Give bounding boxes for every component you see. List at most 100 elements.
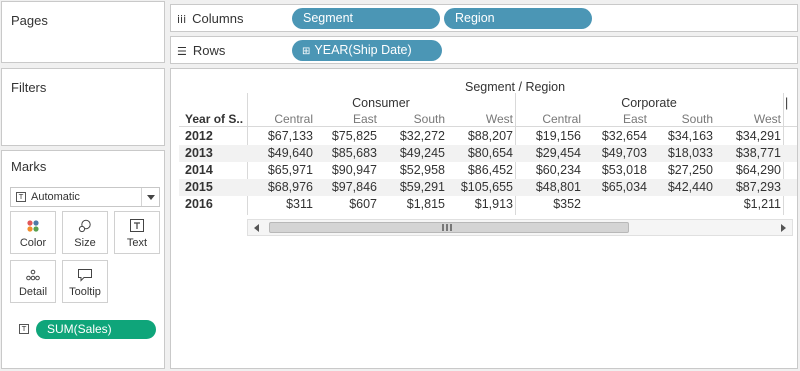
rows-shelf-label: ☰ Rows	[177, 43, 225, 58]
scroll-right-icon[interactable]	[781, 224, 786, 232]
table-cell[interactable]: $67,133	[249, 129, 313, 143]
table-cell[interactable]: $59,291	[381, 180, 445, 194]
region-header[interactable]: South	[381, 112, 445, 126]
table-cell[interactable]: $48,801	[517, 180, 581, 194]
year-row-header[interactable]: 2015	[185, 180, 213, 194]
region-header[interactable]: East	[313, 112, 377, 126]
table-cell[interactable]: $49,245	[381, 146, 445, 160]
table-cell[interactable]: $86,452	[449, 163, 513, 177]
color-button[interactable]: Color	[10, 211, 56, 254]
tooltip-button[interactable]: Tooltip	[62, 260, 108, 303]
tooltip-label: Tooltip	[69, 286, 101, 298]
region-header[interactable]: West	[449, 112, 513, 126]
table-cell[interactable]: $1,815	[381, 197, 445, 211]
horizontal-scrollbar[interactable]	[247, 219, 793, 236]
year-row-header[interactable]: 2014	[185, 163, 213, 177]
table-cell[interactable]: $87,293	[717, 180, 781, 194]
table-cell[interactable]: $27,250	[649, 163, 713, 177]
expand-plus-icon[interactable]: ⊞	[302, 46, 310, 57]
segment-header[interactable]: Corporate	[579, 96, 719, 110]
filters-title: Filters	[11, 80, 47, 95]
crosstab-view: Segment / Region Consumer Corporate | Ye…	[170, 68, 798, 369]
table-cell[interactable]: $311	[249, 197, 313, 211]
table-cell[interactable]: $18,033	[649, 146, 713, 160]
table-cell[interactable]: $42,440	[649, 180, 713, 194]
table-cell[interactable]: $32,272	[381, 129, 445, 143]
table-cell[interactable]: $52,958	[381, 163, 445, 177]
size-button[interactable]: Size	[62, 211, 108, 254]
filters-shelf[interactable]: Filters	[1, 68, 165, 146]
table-cell[interactable]: $49,703	[583, 146, 647, 160]
column-header-title: Segment / Region	[465, 80, 566, 94]
scrollbar-thumb[interactable]	[269, 222, 629, 233]
text-label: Text	[126, 237, 148, 249]
chevron-down-icon[interactable]	[141, 188, 159, 206]
rows-label-text: Rows	[192, 43, 226, 58]
year-row-header[interactable]: 2013	[185, 146, 213, 160]
size-label: Size	[74, 237, 96, 249]
segment-header-cutoff: |	[785, 96, 789, 110]
header-underline	[179, 126, 797, 127]
year-ship-date-label: YEAR(Ship Date)	[314, 43, 412, 57]
color-label: Color	[19, 237, 47, 249]
text-button[interactable]: Text	[114, 211, 160, 254]
size-circles-icon	[78, 219, 91, 233]
mark-type-dropdown[interactable]: T Automatic	[10, 187, 160, 207]
tooltip-bubble-icon	[78, 269, 92, 282]
pages-shelf[interactable]: Pages	[1, 1, 165, 63]
table-cell[interactable]: $68,976	[249, 180, 313, 194]
rows-icon: ☰	[177, 45, 187, 58]
columns-icon: iii	[177, 13, 187, 26]
table-cell[interactable]: $32,654	[583, 129, 647, 143]
region-header[interactable]: South	[649, 112, 713, 126]
table-cell[interactable]: $65,971	[249, 163, 313, 177]
region-header[interactable]: East	[583, 112, 647, 126]
segment-header[interactable]: Consumer	[311, 96, 451, 110]
table-cell[interactable]: $65,034	[583, 180, 647, 194]
row-header-title[interactable]: Year of S..	[185, 112, 243, 126]
segment-pill[interactable]: Segment	[292, 8, 440, 29]
color-dots-icon	[27, 220, 39, 232]
table-cell[interactable]: $105,655	[449, 180, 513, 194]
table-cell[interactable]: $29,454	[517, 146, 581, 160]
mark-type-label: Automatic	[31, 191, 80, 203]
table-cell[interactable]: $85,683	[313, 146, 377, 160]
table-cell[interactable]: $352	[517, 197, 581, 211]
text-box-icon	[130, 219, 144, 232]
table-cell[interactable]: $34,163	[649, 129, 713, 143]
columns-label-text: Columns	[192, 11, 244, 26]
columns-shelf-label: iii Columns	[177, 11, 243, 26]
rows-shelf[interactable]: ☰ Rows ⊞ YEAR(Ship Date)	[170, 36, 798, 64]
region-header[interactable]: Central	[249, 112, 313, 126]
detail-button[interactable]: Detail	[10, 260, 56, 303]
table-cell[interactable]: $75,825	[313, 129, 377, 143]
table-cell[interactable]: $97,846	[313, 180, 377, 194]
region-header[interactable]: Central	[517, 112, 581, 126]
detail-label: Detail	[18, 286, 48, 298]
marks-title: Marks	[11, 159, 47, 174]
table-cell[interactable]: $38,771	[717, 146, 781, 160]
table-cell[interactable]: $1,211	[717, 197, 781, 211]
table-cell[interactable]: $80,654	[449, 146, 513, 160]
text-mark-icon: T	[16, 192, 26, 202]
columns-shelf[interactable]: iii Columns Segment Region	[170, 4, 798, 32]
table-cell[interactable]: $64,290	[717, 163, 781, 177]
region-header[interactable]: West	[717, 112, 781, 126]
scroll-grip-icon	[442, 224, 452, 231]
table-cell[interactable]: $88,207	[449, 129, 513, 143]
table-cell[interactable]: $607	[313, 197, 377, 211]
year-row-header[interactable]: 2016	[185, 197, 213, 211]
table-cell[interactable]: $90,947	[313, 163, 377, 177]
table-cell[interactable]: $49,640	[249, 146, 313, 160]
sum-sales-pill[interactable]: SUM(Sales)	[36, 320, 156, 339]
table-cell[interactable]: $34,291	[717, 129, 781, 143]
table-cell[interactable]: $1,913	[449, 197, 513, 211]
table-cell[interactable]: $19,156	[517, 129, 581, 143]
year-row-header[interactable]: 2012	[185, 129, 213, 143]
scroll-left-icon[interactable]	[254, 224, 259, 232]
table-cell[interactable]: $53,018	[583, 163, 647, 177]
year-ship-date-pill[interactable]: ⊞ YEAR(Ship Date)	[292, 40, 442, 61]
region-pill[interactable]: Region	[444, 8, 592, 29]
pages-title: Pages	[11, 13, 48, 28]
table-cell[interactable]: $60,234	[517, 163, 581, 177]
